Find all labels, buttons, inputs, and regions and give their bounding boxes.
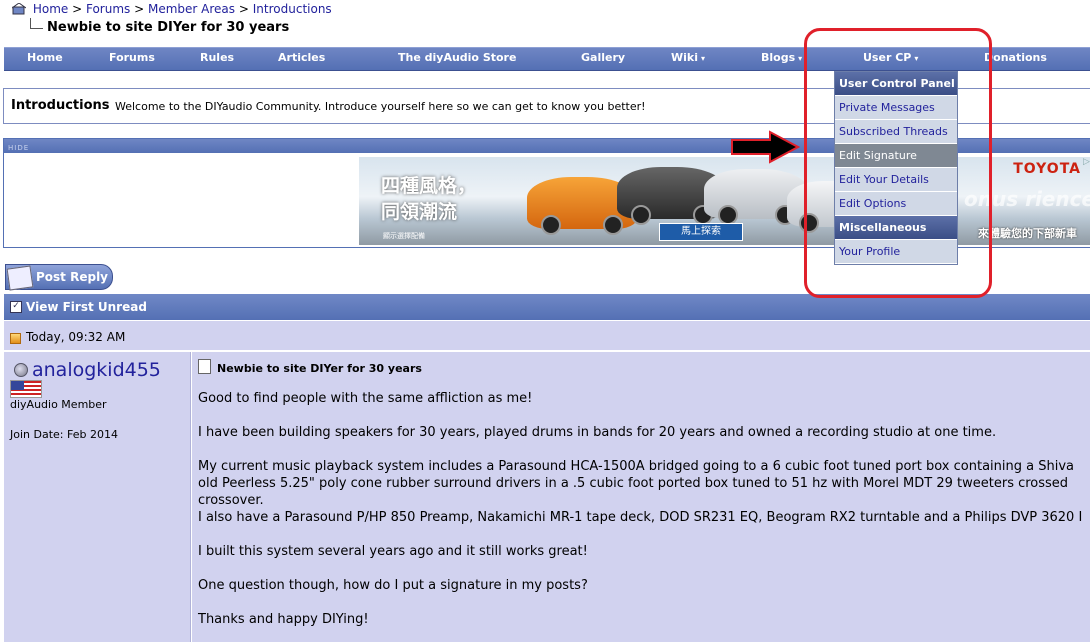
- post-line: crossover.: [198, 493, 264, 508]
- nav-wiki-label: Wiki: [671, 51, 698, 64]
- forum-home-icon: [12, 3, 26, 15]
- nav-articles[interactable]: Articles: [278, 51, 325, 64]
- document-icon: [198, 359, 211, 374]
- join-date: Join Date: Feb 2014: [10, 428, 118, 441]
- post-icon: [10, 333, 21, 344]
- user-title: diyAudio Member: [10, 398, 107, 411]
- breadcrumb: Home > Forums > Member Areas > Introduct…: [12, 2, 332, 16]
- breadcrumb-separator: >: [72, 2, 83, 16]
- online-status-icon: [14, 363, 28, 377]
- post-line: I have been building speakers for 30 yea…: [198, 425, 997, 440]
- post-line: old Peerless 5.25" poly cone rubber surr…: [198, 476, 1069, 491]
- us-flag-icon: [10, 380, 42, 398]
- chevron-down-icon: ▾: [798, 54, 803, 63]
- tree-branch-icon: [30, 18, 43, 29]
- nav-gallery[interactable]: Gallery: [581, 51, 625, 64]
- post-line: One question though, how do I put a sign…: [198, 578, 588, 593]
- ad-headline-2: 同領潮流: [381, 201, 458, 223]
- ad-explore-button[interactable]: 馬上探索: [659, 223, 743, 241]
- post-line: I also have a Parasound P/HP 850 Preamp,…: [198, 510, 1083, 525]
- nav-rules[interactable]: Rules: [200, 51, 234, 64]
- post-content: Newbie to site DIYer for 30 years Good t…: [192, 352, 1090, 642]
- post-line: My current music playback system include…: [198, 459, 1074, 474]
- nav-blogs-label: Blogs: [761, 51, 796, 64]
- post-line: Good to find people with the same afflic…: [198, 391, 533, 406]
- highlight-box: [804, 28, 992, 298]
- ad-tagline: 來體驗您的下部新車: [978, 227, 1077, 240]
- ad-brand-logo: TOYOTA: [1013, 161, 1081, 177]
- ad-small-text: 顯示選擇配備: [383, 232, 425, 240]
- post-user-info: analogkid455 diyAudio Member Join Date: …: [4, 352, 191, 642]
- post-date: Today, 09:32 AM: [26, 330, 126, 344]
- page-title-text: Newbie to site DIYer for 30 years: [47, 20, 290, 35]
- nav-store[interactable]: The diyAudio Store: [398, 51, 516, 64]
- breadcrumb-separator: >: [238, 2, 249, 16]
- view-first-unread-link[interactable]: View First Unread: [26, 300, 147, 314]
- breadcrumb-home[interactable]: Home: [33, 2, 68, 16]
- post-reply-label: Post Reply: [36, 270, 108, 284]
- username-text: analogkid455: [32, 359, 161, 381]
- nav-wiki[interactable]: Wiki ▾: [671, 51, 705, 64]
- forum-description: Welcome to the DIYaudio Community. Intro…: [115, 100, 646, 113]
- checkmark-icon: ✓: [10, 301, 22, 313]
- breadcrumb-introductions[interactable]: Introductions: [253, 2, 332, 16]
- post-date-bar: Today, 09:32 AM: [4, 321, 1090, 350]
- breadcrumb-forums[interactable]: Forums: [86, 2, 130, 16]
- post-reply-button[interactable]: Post Reply: [5, 264, 113, 291]
- post-line: Thanks and happy DIYing!: [198, 612, 369, 627]
- reply-pencil-icon: [6, 265, 34, 291]
- page-title: Newbie to site DIYer for 30 years: [30, 18, 289, 35]
- post-line: I built this system several years ago an…: [198, 544, 588, 559]
- post-title-text: Newbie to site DIYer for 30 years: [217, 362, 422, 375]
- breadcrumb-member-areas[interactable]: Member Areas: [148, 2, 235, 16]
- nav-blogs[interactable]: Blogs ▾: [761, 51, 802, 64]
- username-link[interactable]: analogkid455: [14, 359, 161, 381]
- nav-forums[interactable]: Forums: [109, 51, 155, 64]
- forum-name: Introductions: [11, 98, 110, 113]
- ad-info-icon[interactable]: ▷: [1083, 157, 1090, 167]
- ad-headline-1: 四種風格，: [381, 175, 477, 197]
- post-title: Newbie to site DIYer for 30 years: [198, 359, 422, 375]
- nav-donations[interactable]: Donations: [984, 51, 1047, 64]
- chevron-down-icon: ▾: [701, 54, 706, 63]
- breadcrumb-separator: >: [134, 2, 145, 16]
- nav-home[interactable]: Home: [27, 51, 63, 64]
- ad-hide-label[interactable]: HIDE: [8, 144, 29, 152]
- pointer-arrow-icon: [731, 130, 800, 164]
